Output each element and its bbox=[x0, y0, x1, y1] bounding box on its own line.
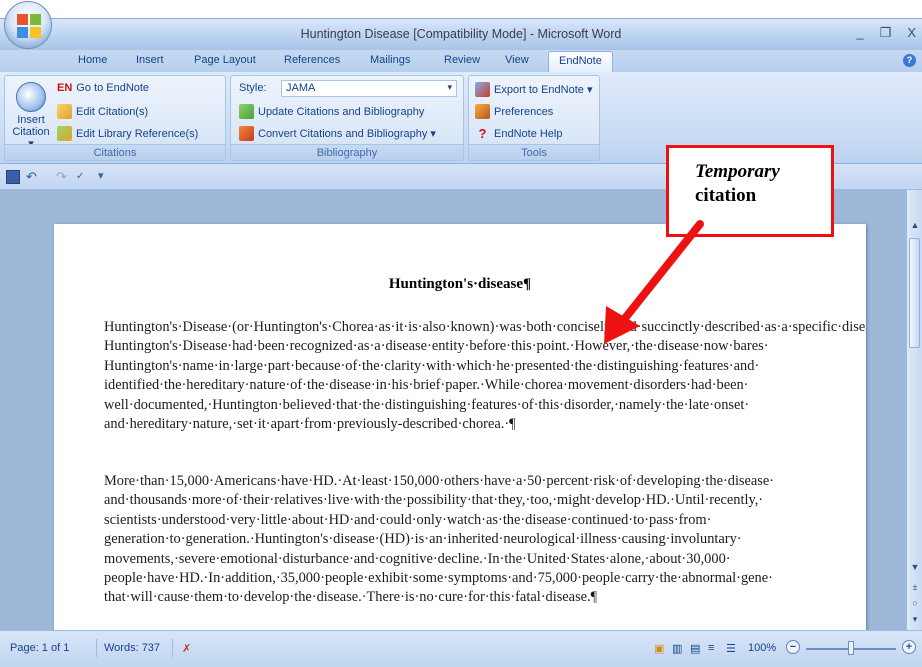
print-layout-view-icon[interactable]: ▣ bbox=[654, 642, 664, 655]
export-label: Export to EndNote ▾ bbox=[494, 84, 593, 96]
status-bar: Page: 1 of 1 Words: 737 ✗ ▣ ▥ ▤ ≡ ☰ 100%… bbox=[0, 630, 922, 667]
callout-line-1: Temporary bbox=[695, 161, 780, 182]
undo-icon[interactable]: ↶ bbox=[26, 170, 40, 184]
tools-group-label: Tools bbox=[469, 144, 599, 160]
temporary-citation-callout: Temporary citation bbox=[666, 145, 834, 237]
convert-label: Convert Citations and Bibliography ▾ bbox=[258, 128, 436, 140]
export-icon bbox=[475, 82, 490, 97]
previous-page-icon[interactable]: ± bbox=[910, 582, 920, 592]
style-select[interactable]: JAMA ▾ bbox=[281, 80, 457, 97]
tab-insert[interactable]: Insert bbox=[136, 54, 164, 66]
customize-toolbar-icon[interactable]: ▾ bbox=[98, 170, 112, 184]
convert-icon bbox=[239, 126, 254, 141]
word-window: Huntington Disease [Compatibility Mode] … bbox=[0, 0, 922, 667]
export-to-endnote-button[interactable]: Export to EndNote ▾ bbox=[475, 82, 592, 97]
update-icon bbox=[239, 104, 254, 119]
preferences-label: Preferences bbox=[494, 105, 554, 118]
edit-library-label: Edit Library Reference(s) bbox=[76, 127, 199, 140]
document-title: Huntington's·disease¶ bbox=[388, 276, 532, 292]
tab-home[interactable]: Home bbox=[78, 54, 107, 66]
tab-review[interactable]: Review bbox=[444, 54, 480, 66]
endnote-help-button[interactable]: ? EndNote Help bbox=[475, 126, 563, 141]
pencil-icon bbox=[57, 104, 72, 119]
title-bar: Huntington Disease [Compatibility Mode] … bbox=[0, 18, 922, 50]
zoom-out-icon[interactable]: − bbox=[786, 640, 800, 654]
update-label: Update Citations and Bibliography bbox=[258, 105, 425, 118]
convert-citations-button[interactable]: Convert Citations and Bibliography ▾ bbox=[239, 126, 436, 141]
document-area: Huntington's·disease¶ Huntington's·Disea… bbox=[0, 190, 906, 644]
zoom-in-icon[interactable]: + bbox=[902, 640, 916, 654]
style-label: Style: bbox=[239, 82, 267, 94]
minimize-button[interactable]: _ bbox=[856, 25, 863, 41]
web-layout-view-icon[interactable]: ▤ bbox=[690, 642, 700, 655]
word-count[interactable]: Words: 737 bbox=[104, 642, 160, 654]
draft-view-icon[interactable]: ☰ bbox=[726, 642, 736, 655]
endnote-help-label: EndNote Help bbox=[494, 127, 563, 140]
ribbon-tabs: Home Insert Page Layout References Maili… bbox=[0, 50, 922, 72]
scrollbar-thumb[interactable] bbox=[909, 238, 920, 348]
chevron-down-icon: ▾ bbox=[447, 82, 452, 92]
scroll-up-icon[interactable]: ▲ bbox=[910, 220, 920, 230]
insert-citation-icon bbox=[16, 82, 46, 112]
redo-icon[interactable]: ↷ bbox=[56, 170, 70, 184]
callout-line-2: citation bbox=[695, 185, 757, 206]
citations-group-label: Citations bbox=[5, 144, 225, 160]
spelling-check-icon[interactable]: ✓ bbox=[76, 170, 90, 184]
save-icon[interactable] bbox=[6, 170, 20, 184]
window-controls: _ ❒ X bbox=[856, 25, 916, 41]
office-button[interactable] bbox=[4, 1, 52, 49]
restore-button[interactable]: ❒ bbox=[880, 25, 892, 41]
insert-citation-button[interactable]: Insert Citation ▾ bbox=[9, 80, 53, 150]
question-mark-icon: ? bbox=[478, 126, 487, 141]
zoom-level[interactable]: 100% bbox=[748, 642, 776, 654]
style-value: JAMA bbox=[286, 82, 316, 94]
page-count[interactable]: Page: 1 of 1 bbox=[10, 642, 69, 654]
close-button[interactable]: X bbox=[907, 25, 916, 41]
bibliography-group-label: Bibliography bbox=[231, 144, 463, 160]
tools-group: Export to EndNote ▾ Preferences ? EndNot… bbox=[468, 75, 600, 161]
edit-citations-button[interactable]: Edit Citation(s) bbox=[57, 104, 148, 119]
next-page-icon[interactable]: ▾ bbox=[910, 614, 920, 625]
paragraph-1[interactable]: Huntington's·Disease·(or·Huntington's·Ch… bbox=[104, 318, 866, 434]
zoom-slider-thumb[interactable] bbox=[848, 641, 854, 655]
update-citations-button[interactable]: Update Citations and Bibliography bbox=[239, 104, 424, 119]
endnote-icon: EN bbox=[57, 82, 73, 94]
scroll-down-icon[interactable]: ▼ bbox=[910, 562, 920, 572]
insert-label: Insert bbox=[17, 114, 45, 126]
office-logo-icon bbox=[17, 14, 41, 38]
tab-mailings[interactable]: Mailings bbox=[370, 54, 410, 66]
edit-citations-label: Edit Citation(s) bbox=[76, 105, 149, 118]
tab-page-layout[interactable]: Page Layout bbox=[194, 54, 256, 66]
vertical-scrollbar[interactable]: ▲ ▼ ± ○ ▾ bbox=[906, 190, 922, 630]
edit-library-references-button[interactable]: Edit Library Reference(s) bbox=[57, 126, 198, 141]
citations-group: Insert Citation ▾ EN Go to EndNote Edit … bbox=[4, 75, 226, 161]
select-browse-object-icon[interactable]: ○ bbox=[910, 598, 920, 608]
help-icon[interactable]: ? bbox=[903, 54, 916, 67]
proofing-error-icon[interactable]: ✗ bbox=[182, 642, 191, 655]
go-to-endnote-label: Go to EndNote bbox=[76, 82, 150, 94]
full-screen-reading-view-icon[interactable]: ▥ bbox=[672, 642, 682, 655]
tab-endnote[interactable]: EndNote bbox=[548, 51, 613, 72]
outline-view-icon[interactable]: ≡ bbox=[708, 642, 714, 654]
bibliography-group: Style: JAMA ▾ Update Citations and Bibli… bbox=[230, 75, 464, 161]
paragraph-2[interactable]: More·than·15,000·Americans·have·HD.·At·l… bbox=[104, 472, 824, 608]
preferences-button[interactable]: Preferences bbox=[475, 104, 553, 119]
edit-library-icon bbox=[57, 126, 72, 141]
document-page[interactable]: Huntington's·disease¶ Huntington's·Disea… bbox=[54, 224, 866, 644]
go-to-endnote-button[interactable]: EN Go to EndNote bbox=[57, 82, 149, 94]
tab-references[interactable]: References bbox=[284, 54, 340, 66]
preferences-icon bbox=[475, 104, 490, 119]
window-title: Huntington Disease [Compatibility Mode] … bbox=[300, 27, 622, 41]
tab-view[interactable]: View bbox=[505, 54, 529, 66]
